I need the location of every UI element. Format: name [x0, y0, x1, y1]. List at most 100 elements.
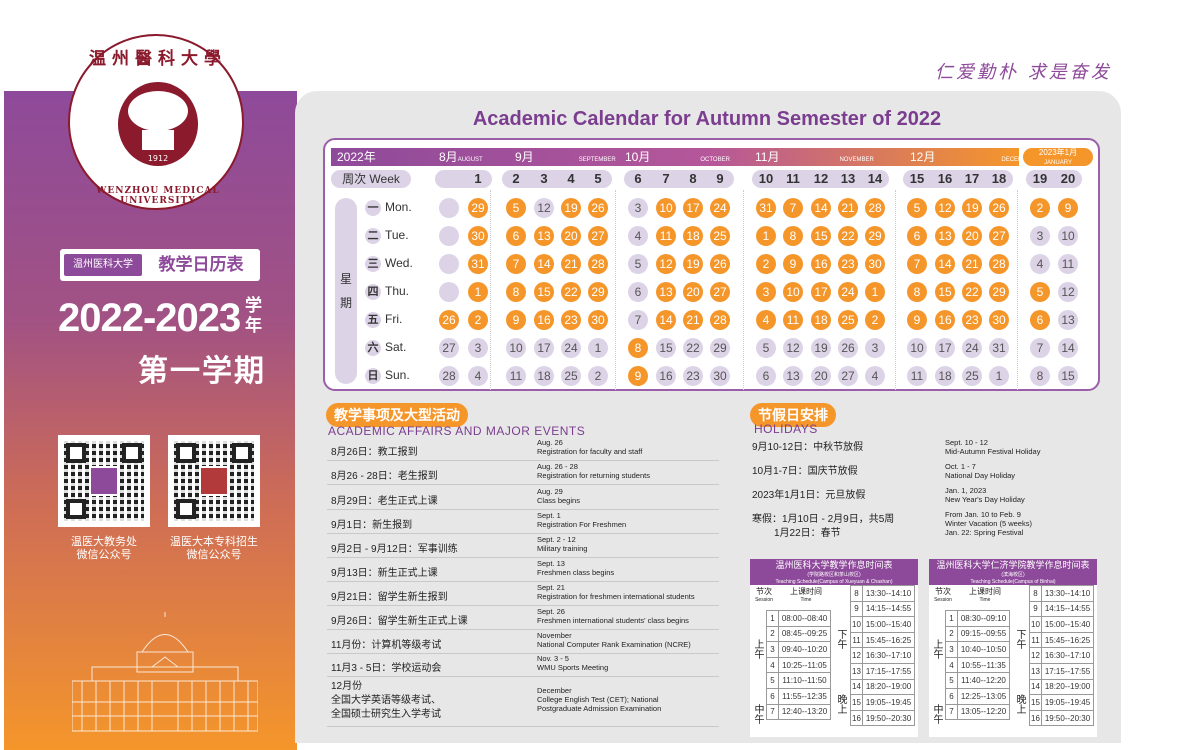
semester-label: 第一学期 [138, 355, 266, 388]
calendar-day-cell: 3 [628, 198, 648, 218]
calendar-day-cell: 1 [989, 366, 1009, 386]
period-label: 晚上 [835, 694, 846, 714]
calendar-day-cell: 15 [534, 282, 554, 302]
calendar-day-cell: 8 [1030, 366, 1050, 386]
university-motto: 仁爱勤朴 求是奋发 [935, 62, 1112, 83]
affair-english: Aug. 26 Registration for faculty and staf… [537, 438, 643, 456]
calendar-day-cell: 16 [534, 310, 554, 330]
calendar-day-cell: 16 [935, 310, 955, 330]
calendar-day-cell: 30 [710, 366, 730, 386]
week-number: 4 [567, 171, 575, 186]
affair-english: Sept. 21 Registration for freshmen intern… [537, 583, 695, 601]
week-number: 2 [512, 171, 520, 186]
calendar-day-cell: 13 [656, 282, 676, 302]
holiday-english: Oct. 1 - 7 National Day Holiday [945, 462, 1016, 480]
calendar-day-cell: 19 [811, 338, 831, 358]
affair-row: 9月21日：留学生新生报到 Sept. 21 Registration for fr… [327, 582, 719, 606]
calendar-day-cell: 3 [468, 338, 488, 358]
calendar-day-cell: 2 [588, 366, 608, 386]
seal-english-name: WENZHOU MEDICAL UNIVERSITY [96, 186, 220, 206]
calendar-day-cell: 21 [561, 254, 581, 274]
holiday-english: Jan. 1, 2023 New Year's Day Holiday [945, 486, 1025, 504]
calendar-day-cell: 28 [865, 198, 885, 218]
calendar-day-cell: 16 [811, 254, 831, 274]
calendar-day-cell: 12 [534, 198, 554, 218]
calendar-day-cell: 2 [865, 310, 885, 330]
calendar-day-cell: 22 [962, 282, 982, 302]
calendar-day-cell: 9 [1058, 198, 1078, 218]
affair-row: 8月26 - 28日：老生报到 Aug. 26 - 28 Registration … [327, 461, 719, 485]
calendar-day-cell: 7 [628, 310, 648, 330]
affair-english: Sept. 26 Freshmen international students'… [537, 607, 689, 625]
calendar-day-cell: 24 [838, 282, 858, 302]
period-label: 下午 [1014, 629, 1025, 649]
calendar-badge: 温州医科大学 教学日历表 [60, 249, 260, 281]
calendar-day-cell: 31 [756, 198, 776, 218]
calendar-day-cell: 8 [783, 226, 803, 246]
calendar-day-cell: 29 [710, 338, 730, 358]
weekday-vertical-label: 星 期 [335, 198, 357, 384]
calendar-day-cell: 9 [506, 310, 526, 330]
calendar-day-cell: 18 [534, 366, 554, 386]
calendar-day-cell: 14 [1058, 338, 1078, 358]
week-number: 9 [716, 171, 724, 186]
week-number: 14 [867, 171, 883, 186]
calendar-day-cell: 22 [838, 226, 858, 246]
calendar-day-cell: 11 [506, 366, 526, 386]
month-label-4: 12月 DECEMBER [910, 150, 1036, 164]
seal-year: 1912 [147, 154, 169, 163]
calendar-day-cell: 19 [561, 198, 581, 218]
calendar-day-cell: 24 [710, 198, 730, 218]
calendar-day-cell: 26 [710, 254, 730, 274]
calendar-day-cell: 27 [439, 338, 459, 358]
week-separator [1017, 190, 1018, 390]
calendar-day-cell: 26 [989, 198, 1009, 218]
qr-code-academic-affairs[interactable] [58, 435, 150, 527]
calendar-day-cell: 8 [907, 282, 927, 302]
timetable-rows-right: 8 13:30--14:10 9 14:15--14:55 10 15:00--15:40… [1029, 585, 1094, 727]
week-number: 3 [540, 171, 548, 186]
calendar-day-cell: 27 [838, 366, 858, 386]
affair-english: Aug. 29 Class begins [537, 487, 580, 505]
calendar-day-cell: 4 [865, 366, 885, 386]
qr-code-admissions[interactable] [168, 435, 260, 527]
calendar-day-cell: 25 [710, 226, 730, 246]
period-label: 上午 [931, 639, 942, 659]
affair-chinese: 8月26日：教工报到 [331, 447, 418, 458]
calendar-day-cell: 4 [628, 226, 648, 246]
calendar-day-cell: 29 [989, 282, 1009, 302]
timetable-rows-right: 8 13:30--14:10 9 14:15--14:55 10 15:00--15:40… [850, 585, 915, 727]
calendar-day-cell: 24 [962, 338, 982, 358]
weekday-label: 日 Sun. [365, 368, 410, 384]
calendar-day-cell: 19 [962, 198, 982, 218]
calendar-day-cell: 18 [683, 226, 703, 246]
calendar-day-cell: 15 [656, 338, 676, 358]
calendar-day-cell: 10 [506, 338, 526, 358]
calendar-day-cell: 8 [628, 338, 648, 358]
calendar-day-cell: 20 [962, 226, 982, 246]
calendar-day-cell: 7 [1030, 338, 1050, 358]
calendar-day-cell: 4 [756, 310, 776, 330]
calendar-day-cell: 2 [468, 310, 488, 330]
affair-english: Nov. 3 - 5 WMU Sports Meeting [537, 654, 609, 672]
calendar-day-cell: 30 [588, 310, 608, 330]
affair-row: 8月26日：教工报到 Aug. 26 Registration for facult… [327, 437, 719, 461]
timetable-main-campus: 温州医科大学教学作息时间表 (学院路校区和茶山校区) Teaching Schedu… [750, 559, 918, 737]
calendar-day-cell: 11 [656, 226, 676, 246]
calendar-day-cell: 9 [907, 310, 927, 330]
calendar-day-cell: 17 [811, 282, 831, 302]
timetable-header: 温州医科大学仁济学院教学作息时间表 (滨海校区) Teaching Schedule… [929, 559, 1097, 585]
affair-chinese: 8月26 - 28日：老生报到 [331, 471, 438, 482]
calendar-day-cell: 6 [628, 282, 648, 302]
calendar-day-cell: 5 [756, 338, 776, 358]
calendar-day-cell: 6 [907, 226, 927, 246]
month-label-3: 11月 NOVEMBER [755, 150, 874, 164]
affair-chinese: 11月3 - 5日：学校运动会 [331, 663, 442, 674]
week-separator [490, 190, 491, 390]
period-label: 中午 [752, 704, 763, 724]
affair-chinese: 9月1日：新生报到 [331, 520, 413, 531]
affair-english: November National Computer Rank Examinati… [537, 631, 691, 649]
holiday-row: 9月10-12日：中秋节放假 Sept. 10 - 12 Mid-Autumn Fe… [750, 438, 1096, 462]
calendar-day-cell: 13 [534, 226, 554, 246]
calendar-day-cell: 23 [683, 366, 703, 386]
